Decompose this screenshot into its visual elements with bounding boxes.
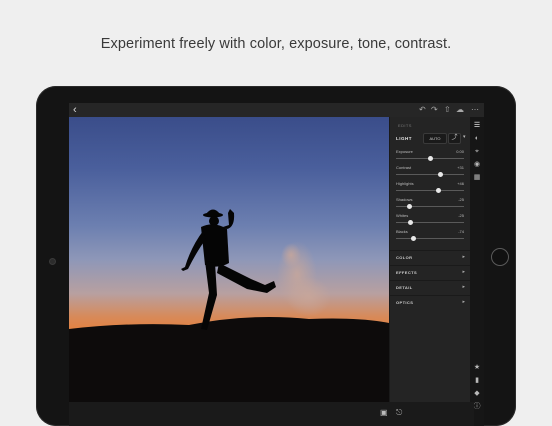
section-label: EFFECTS xyxy=(396,270,418,275)
slider-label: Contrast xyxy=(396,165,412,170)
slider-label: Highlights xyxy=(396,181,414,186)
tool-rail: ☰ ◐ ⌖ ◉ ▦ ★ ▮ ◆ ⓘ xyxy=(470,117,484,426)
slider-track[interactable] xyxy=(396,174,464,175)
photo-image xyxy=(69,209,389,402)
tag-icon[interactable]: ◆ xyxy=(472,390,482,398)
compare-icon[interactable]: ▣ xyxy=(380,408,388,417)
undo-history-icon[interactable]: ⎋ xyxy=(396,408,402,418)
more-icon[interactable]: ⋯ xyxy=(471,103,479,117)
section-label: COLOR xyxy=(396,255,413,260)
slider-label: Exposure xyxy=(396,149,413,154)
redo-icon[interactable]: ↷ xyxy=(431,103,438,117)
color-icon[interactable]: ◐ xyxy=(472,135,482,143)
section-label: OPTICS xyxy=(396,300,414,305)
slider-value: +31 xyxy=(457,165,464,170)
bottom-toolbar: ▣ ⎋ xyxy=(69,402,474,426)
slider-value: 0.00 xyxy=(456,149,464,154)
slider-value: -25 xyxy=(458,197,464,202)
slider-track[interactable] xyxy=(396,190,464,191)
slider-knob[interactable] xyxy=(407,203,413,209)
chevron-right-icon: ▸ xyxy=(462,299,465,305)
section-effects[interactable]: EFFECTS ▸ xyxy=(390,265,471,280)
section-label: DETAIL xyxy=(396,285,413,290)
edit-panel: EDITS LIGHT AUTO ⤴ ▾ Exposure 0.00 Contr… xyxy=(389,117,471,402)
star-icon[interactable]: ★ xyxy=(472,364,482,372)
section-optics[interactable]: OPTICS ▸ xyxy=(390,295,471,310)
chevron-right-icon: ▸ xyxy=(462,269,465,275)
panel-crumb: EDITS xyxy=(398,123,412,128)
chevron-down-icon[interactable]: ▾ xyxy=(463,133,466,142)
chevron-right-icon: ▸ xyxy=(462,284,465,290)
comment-icon[interactable]: ▮ xyxy=(472,377,482,385)
slider-whites[interactable]: Whites -25 xyxy=(396,213,464,227)
slider-value: -25 xyxy=(458,213,464,218)
slider-shadows[interactable]: Shadows -25 xyxy=(396,197,464,211)
slider-contrast[interactable]: Contrast +31 xyxy=(396,165,464,179)
slider-value: +46 xyxy=(457,181,464,186)
light-heading[interactable]: LIGHT xyxy=(396,136,412,141)
slider-knob[interactable] xyxy=(427,155,433,161)
slider-label: Shadows xyxy=(396,197,413,202)
slider-track[interactable] xyxy=(396,238,464,239)
home-button[interactable] xyxy=(491,248,509,266)
slider-value: -74 xyxy=(458,229,464,234)
app-screen: ‹ ↶ ↷ ⇧ ☁ ⋯ EDITS LIGHT AUTO ⤴ ▾ Exposur… xyxy=(69,103,484,426)
tone-curve-icon[interactable]: ⤴ xyxy=(448,133,461,144)
slider-knob[interactable] xyxy=(410,235,416,241)
slider-knob[interactable] xyxy=(435,187,441,193)
top-toolbar: ‹ ↶ ↷ ⇧ ☁ ⋯ xyxy=(69,103,484,117)
cloud-sync-icon[interactable]: ☁ xyxy=(456,103,464,117)
slider-track[interactable] xyxy=(396,222,464,223)
tablet-device: ‹ ↶ ↷ ⇧ ☁ ⋯ EDITS LIGHT AUTO ⤴ ▾ Exposur… xyxy=(36,86,516,426)
slider-exposure[interactable]: Exposure 0.00 xyxy=(396,149,464,163)
preset-icon[interactable]: ▦ xyxy=(472,174,482,182)
front-camera xyxy=(49,258,56,265)
share-icon[interactable]: ⇧ xyxy=(444,103,451,117)
page-headline: Experiment freely with color, exposure, … xyxy=(100,36,452,52)
slider-highlights[interactable]: Highlights +46 xyxy=(396,181,464,195)
section-color[interactable]: COLOR ▸ xyxy=(390,250,471,265)
undo-icon[interactable]: ↶ xyxy=(419,103,426,117)
chevron-right-icon: ▸ xyxy=(462,254,465,260)
chevron-left-icon[interactable]: ‹ xyxy=(73,103,77,117)
slider-label: Blacks xyxy=(396,229,408,234)
slider-knob[interactable] xyxy=(408,219,414,225)
sliders-icon[interactable]: ☰ xyxy=(472,122,482,130)
slider-knob[interactable] xyxy=(438,171,444,177)
crop-icon[interactable]: ⌖ xyxy=(472,148,482,156)
auto-button[interactable]: AUTO xyxy=(423,133,447,144)
photo-canvas[interactable] xyxy=(69,117,389,402)
filter-icon[interactable]: ◉ xyxy=(472,161,482,169)
section-detail[interactable]: DETAIL ▸ xyxy=(390,280,471,295)
slider-label: Whites xyxy=(396,213,409,218)
slider-blacks[interactable]: Blacks -74 xyxy=(396,229,464,243)
